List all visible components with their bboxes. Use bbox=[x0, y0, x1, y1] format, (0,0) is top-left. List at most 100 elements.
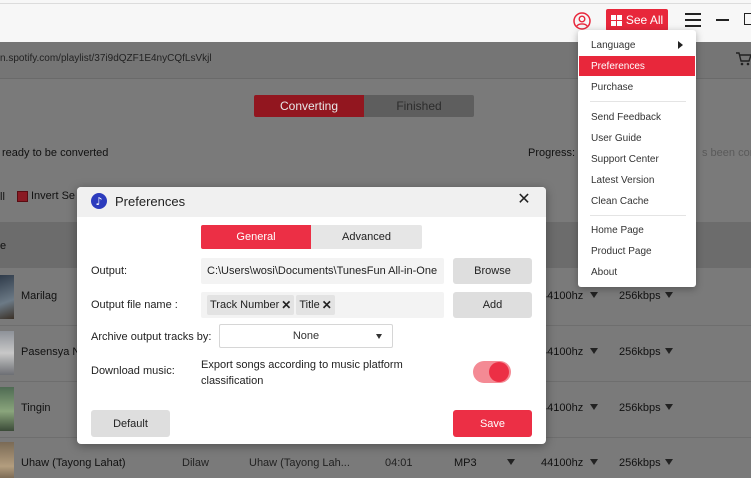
sample-rate[interactable]: 44100hz bbox=[541, 346, 583, 358]
track-title: Marilag bbox=[21, 290, 58, 302]
menu-item-product-page[interactable]: Product Page bbox=[579, 241, 695, 261]
output-label: Output: bbox=[91, 265, 128, 277]
sample-rate[interactable]: 44100hz bbox=[541, 402, 583, 414]
download-toggle[interactable] bbox=[473, 361, 511, 383]
invert-checkbox[interactable] bbox=[17, 190, 28, 202]
see-all-button[interactable]: See All bbox=[606, 9, 668, 31]
track-title: Uhaw (Tayong Lahat) bbox=[21, 457, 126, 469]
menu-item-about[interactable]: About bbox=[579, 262, 695, 282]
user-account-icon[interactable] bbox=[573, 12, 591, 30]
main-menu: Language Preferences Purchase Send Feedb… bbox=[578, 30, 696, 287]
filename-tag: Title ✕ bbox=[296, 295, 335, 315]
menu-icon[interactable] bbox=[685, 13, 701, 27]
chevron-down-icon[interactable] bbox=[507, 459, 515, 465]
add-button[interactable]: Add bbox=[453, 292, 532, 318]
filename-tag: Track Number ✕ bbox=[207, 295, 295, 315]
see-all-label: See All bbox=[625, 13, 664, 27]
filename-tag-label: Title bbox=[299, 299, 320, 311]
menu-item-home-page[interactable]: Home Page bbox=[579, 220, 695, 240]
output-filename-field[interactable]: Track Number ✕ Title ✕ bbox=[201, 292, 444, 318]
album-art bbox=[0, 387, 14, 431]
dialog-title: Preferences bbox=[115, 194, 186, 209]
sample-rate[interactable]: 44100hz bbox=[541, 290, 583, 302]
menu-item-user-guide[interactable]: User Guide bbox=[579, 128, 695, 148]
download-music-label: Download music: bbox=[91, 365, 175, 377]
invert-selection[interactable]: Invert Se bbox=[17, 190, 75, 202]
close-icon[interactable]: ✕ bbox=[517, 192, 531, 208]
menu-item-language[interactable]: Language bbox=[579, 35, 695, 55]
filename-tag-label: Track Number bbox=[210, 299, 280, 311]
archive-label: Archive output tracks by: bbox=[91, 331, 212, 343]
chevron-down-icon[interactable] bbox=[590, 459, 598, 465]
menu-item-latest-version[interactable]: Latest Version bbox=[579, 170, 695, 190]
grid-icon bbox=[610, 14, 622, 26]
toggle-knob bbox=[489, 362, 509, 382]
chevron-down-icon[interactable] bbox=[590, 348, 598, 354]
menu-item-send-feedback[interactable]: Send Feedback bbox=[579, 107, 695, 127]
album-art bbox=[0, 442, 14, 478]
output-path-field[interactable]: C:\Users\wosi\Documents\TunesFun All-in-… bbox=[201, 258, 444, 284]
preferences-tabs: General Advanced bbox=[201, 225, 422, 249]
menu-item-purchase[interactable]: Purchase bbox=[579, 77, 695, 97]
browse-button[interactable]: Browse bbox=[453, 258, 532, 284]
bitrate[interactable]: 256kbps bbox=[619, 402, 661, 414]
sample-rate[interactable]: 44100hz bbox=[541, 457, 583, 469]
cart-icon[interactable] bbox=[736, 52, 751, 66]
chevron-down-icon[interactable] bbox=[665, 459, 673, 465]
menu-item-label: User Guide bbox=[591, 132, 642, 144]
bitrate[interactable]: 256kbps bbox=[619, 346, 661, 358]
app-logo-icon: ♪ bbox=[91, 193, 107, 209]
menu-item-label: Latest Version bbox=[591, 174, 655, 186]
menu-item-label: Support Center bbox=[591, 153, 659, 165]
tab-general[interactable]: General bbox=[201, 225, 311, 249]
top-divider bbox=[0, 3, 751, 4]
output-filename-label: Output file name : bbox=[91, 299, 178, 311]
menu-divider bbox=[590, 215, 686, 216]
menu-item-label: About bbox=[591, 266, 618, 278]
bitrate[interactable]: 256kbps bbox=[619, 457, 661, 469]
menu-item-label: Product Page bbox=[591, 245, 652, 257]
url-text[interactable]: n.spotify.com/playlist/37i9dQZF1E4nyCQfL… bbox=[0, 53, 212, 64]
remove-tag-icon[interactable]: ✕ bbox=[281, 298, 291, 312]
menu-item-label: Language bbox=[591, 39, 636, 51]
save-button[interactable]: Save bbox=[453, 410, 532, 437]
archive-select[interactable]: None bbox=[219, 324, 393, 348]
maximize-button[interactable] bbox=[744, 13, 751, 25]
menu-item-support-center[interactable]: Support Center bbox=[579, 149, 695, 169]
album-art bbox=[0, 275, 14, 319]
remove-tag-icon[interactable]: ✕ bbox=[322, 298, 332, 312]
menu-item-label: Clean Cache bbox=[591, 195, 649, 207]
tab-advanced[interactable]: Advanced bbox=[311, 225, 422, 249]
chevron-down-icon[interactable] bbox=[590, 404, 598, 410]
chevron-down-icon bbox=[376, 334, 382, 339]
album-art bbox=[0, 331, 14, 375]
chevron-down-icon[interactable] bbox=[665, 404, 673, 410]
select-all-label[interactable]: ll bbox=[0, 191, 5, 203]
menu-item-preferences[interactable]: Preferences bbox=[579, 56, 695, 76]
chevron-down-icon[interactable] bbox=[665, 292, 673, 298]
tab-converting[interactable]: Converting bbox=[254, 95, 364, 117]
menu-item-label: Home Page bbox=[591, 224, 644, 236]
menu-divider bbox=[590, 101, 686, 102]
menu-item-label: Send Feedback bbox=[591, 111, 662, 123]
progress-status-text: s been conv bbox=[702, 147, 751, 159]
menu-item-clean-cache[interactable]: Clean Cache bbox=[579, 191, 695, 211]
output-format[interactable]: MP3 bbox=[454, 457, 477, 469]
default-button[interactable]: Default bbox=[91, 410, 170, 437]
table-header-label: e bbox=[0, 240, 7, 252]
chevron-right-icon bbox=[678, 41, 683, 49]
track-title: Tingin bbox=[21, 402, 51, 414]
download-description: Export songs according to music platform… bbox=[201, 359, 403, 387]
chevron-down-icon[interactable] bbox=[590, 292, 598, 298]
preferences-dialog: ♪ Preferences ✕ General Advanced Output:… bbox=[77, 187, 546, 444]
tab-finished[interactable]: Finished bbox=[364, 95, 474, 117]
menu-item-label: Preferences bbox=[591, 60, 645, 72]
chevron-down-icon[interactable] bbox=[665, 348, 673, 354]
minimize-button[interactable] bbox=[716, 19, 729, 21]
bitrate[interactable]: 256kbps bbox=[619, 290, 661, 302]
track-artist: Dilaw bbox=[182, 457, 209, 469]
track-album: Uhaw (Tayong Lah... bbox=[249, 457, 350, 469]
invert-label: Invert Se bbox=[31, 190, 76, 202]
track-duration: 04:01 bbox=[385, 457, 413, 469]
ready-status-text: ready to be converted bbox=[2, 147, 109, 159]
